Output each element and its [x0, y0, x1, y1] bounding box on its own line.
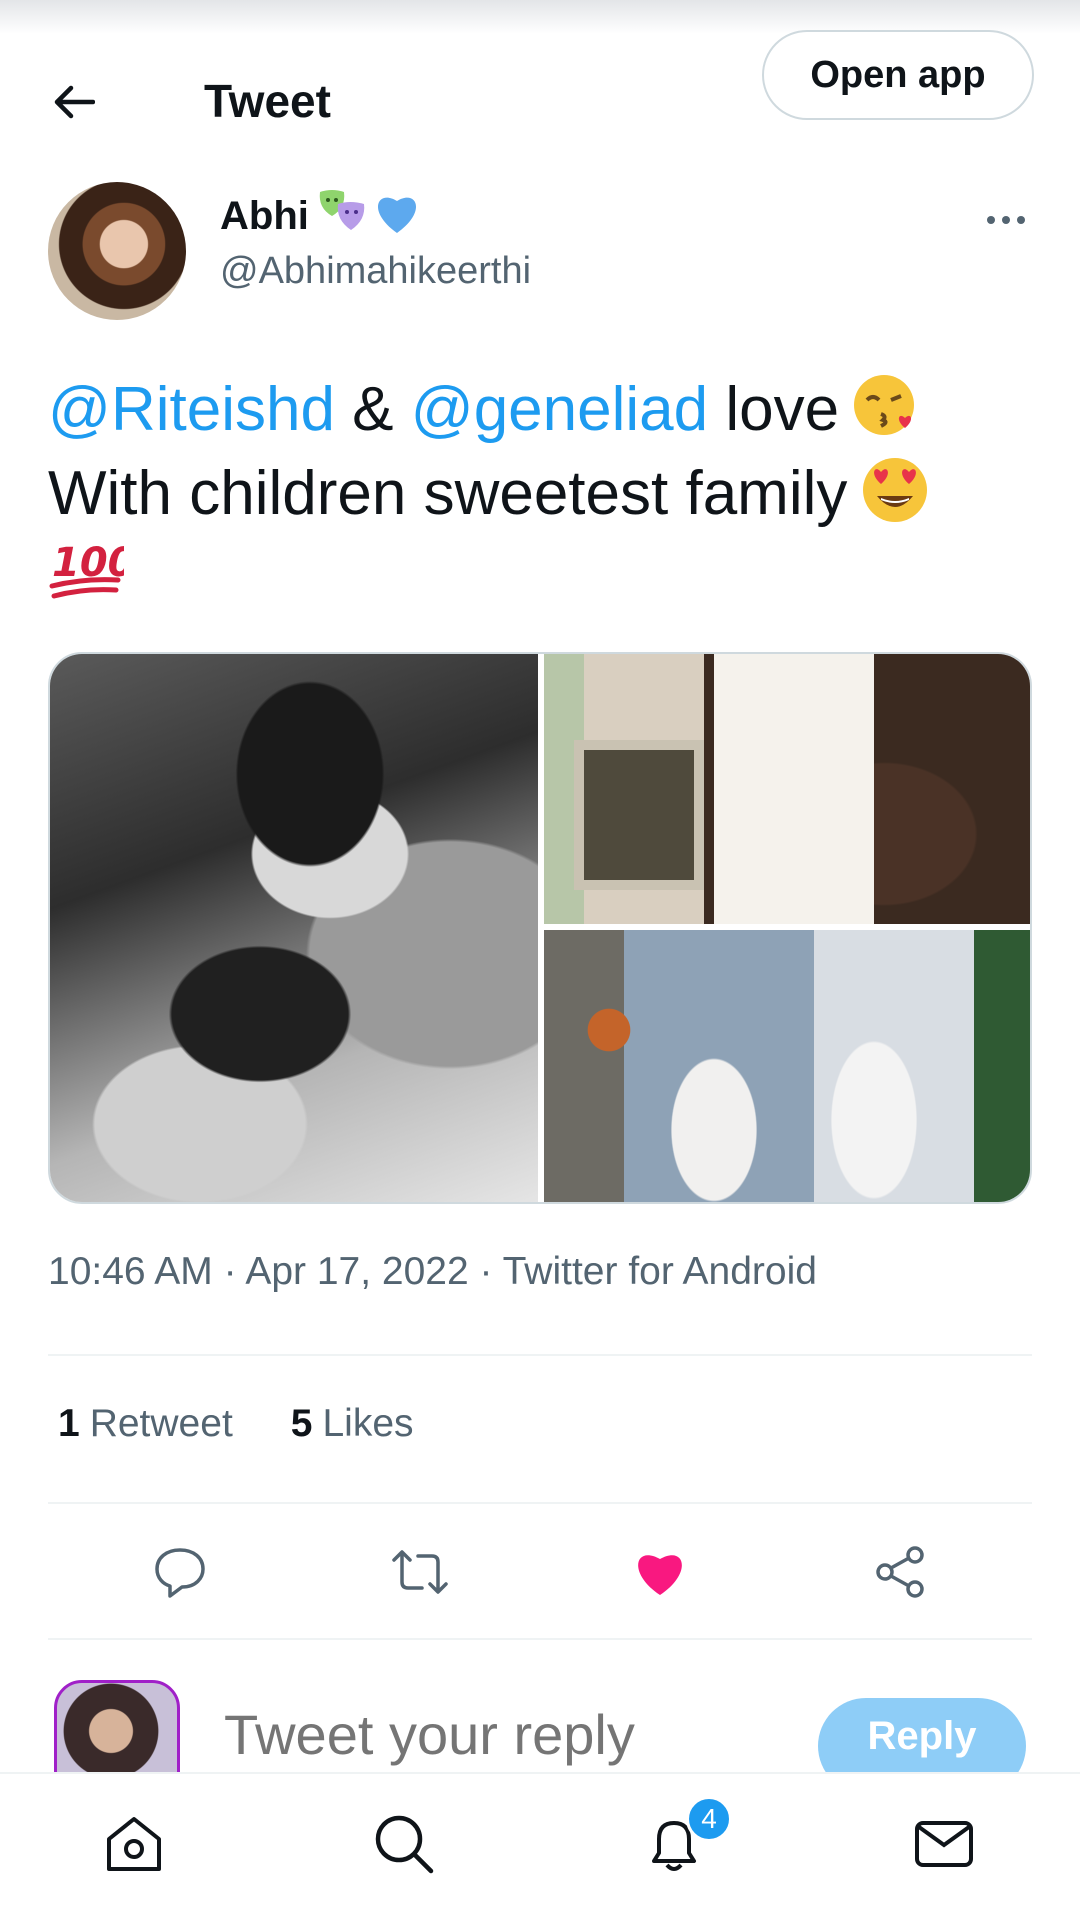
- name-emoji-group: [316, 188, 422, 236]
- hundred-points-emoji: 100: [49, 540, 136, 599]
- kissing-face-emoji: [854, 375, 915, 435]
- tweet-photo-baby[interactable]: [544, 654, 1030, 924]
- retweets-stat[interactable]: 1 Retweet: [58, 1402, 233, 1446]
- notification-badge: 4: [686, 1796, 732, 1842]
- reply-submit-button[interactable]: Reply: [818, 1698, 1026, 1772]
- share-icon: [876, 1546, 924, 1598]
- back-button[interactable]: [44, 72, 104, 132]
- tweet-media-grid: [48, 652, 1032, 1204]
- tweet-text-ampersand: &: [352, 375, 394, 444]
- page-title: Tweet: [204, 75, 331, 127]
- top-bar: Tweet Open app: [0, 30, 1080, 150]
- likes-count: 5: [290, 1402, 313, 1445]
- tweet-text-segment: love: [725, 375, 840, 444]
- nav-home[interactable]: [94, 1804, 174, 1884]
- blue-heart-emoji: [377, 197, 417, 233]
- retweet-button[interactable]: [384, 1536, 456, 1608]
- divider: [48, 1638, 1032, 1640]
- tweet-actions: [48, 1536, 1032, 1606]
- tweet-source[interactable]: Twitter for Android: [503, 1250, 817, 1293]
- tweet-date[interactable]: Apr 17, 2022: [245, 1250, 468, 1293]
- mention-link[interactable]: @geneliad: [411, 375, 708, 444]
- separator: ·: [223, 1250, 237, 1293]
- reply-button[interactable]: [144, 1536, 216, 1608]
- tweet-author: Abhi @Abhimahikeerthi: [0, 182, 1080, 322]
- heart-eyes-emoji: [863, 458, 928, 522]
- author-avatar[interactable]: [48, 182, 186, 320]
- tweet-text-segment: With children sweetest family: [48, 459, 848, 528]
- reply-input[interactable]: [224, 1702, 784, 1767]
- more-options-button[interactable]: [980, 202, 1032, 238]
- nav-search[interactable]: [364, 1804, 444, 1884]
- tweet-time: 10:46 AM: [48, 1250, 213, 1293]
- retweet-icon: [392, 1550, 448, 1594]
- tweet-timestamp: 10:46 AM · Apr 17, 2022 · Twitter for An…: [48, 1250, 817, 1294]
- tweet-photo-family[interactable]: [50, 654, 538, 1202]
- more-dot-icon: [1017, 216, 1025, 224]
- home-icon: [107, 1817, 161, 1871]
- tweet-text: @Riteishd & @geneliad love With children…: [48, 368, 1038, 624]
- back-arrow-icon: [54, 85, 95, 119]
- user-avatar[interactable]: [54, 1680, 180, 1772]
- photo-frame-image: [574, 740, 704, 890]
- reply-icon: [155, 1548, 205, 1598]
- retweets-label: Retweet: [89, 1402, 233, 1445]
- open-app-button[interactable]: Open app: [762, 30, 1034, 120]
- tweet-photo-children[interactable]: [544, 930, 1030, 1202]
- reply-composer: Reply: [0, 1672, 1080, 1772]
- tweet-stats: 1 Retweet 5 Likes: [58, 1402, 414, 1446]
- divider: [48, 1502, 1032, 1504]
- performing-arts-emoji: [319, 190, 365, 230]
- search-icon: [375, 1815, 434, 1874]
- separator: ·: [479, 1250, 493, 1293]
- retweets-count: 1: [58, 1402, 80, 1445]
- bottom-navigation: 4: [0, 1772, 1080, 1920]
- author-handle[interactable]: @Abhimahikeerthi: [220, 250, 531, 293]
- like-icon: [638, 1555, 682, 1595]
- messages-icon: [915, 1821, 973, 1867]
- status-bar-shade: [0, 0, 1080, 34]
- likes-stat[interactable]: 5 Likes: [291, 1402, 414, 1446]
- more-dot-icon: [1002, 216, 1010, 224]
- mention-link[interactable]: @Riteishd: [48, 375, 335, 444]
- likes-label: Likes: [322, 1402, 414, 1445]
- nav-messages[interactable]: [904, 1804, 984, 1884]
- author-display-name[interactable]: Abhi: [220, 194, 309, 239]
- share-button[interactable]: [864, 1536, 936, 1608]
- divider: [48, 1354, 1032, 1356]
- more-dot-icon: [987, 216, 995, 224]
- like-button[interactable]: [624, 1536, 696, 1608]
